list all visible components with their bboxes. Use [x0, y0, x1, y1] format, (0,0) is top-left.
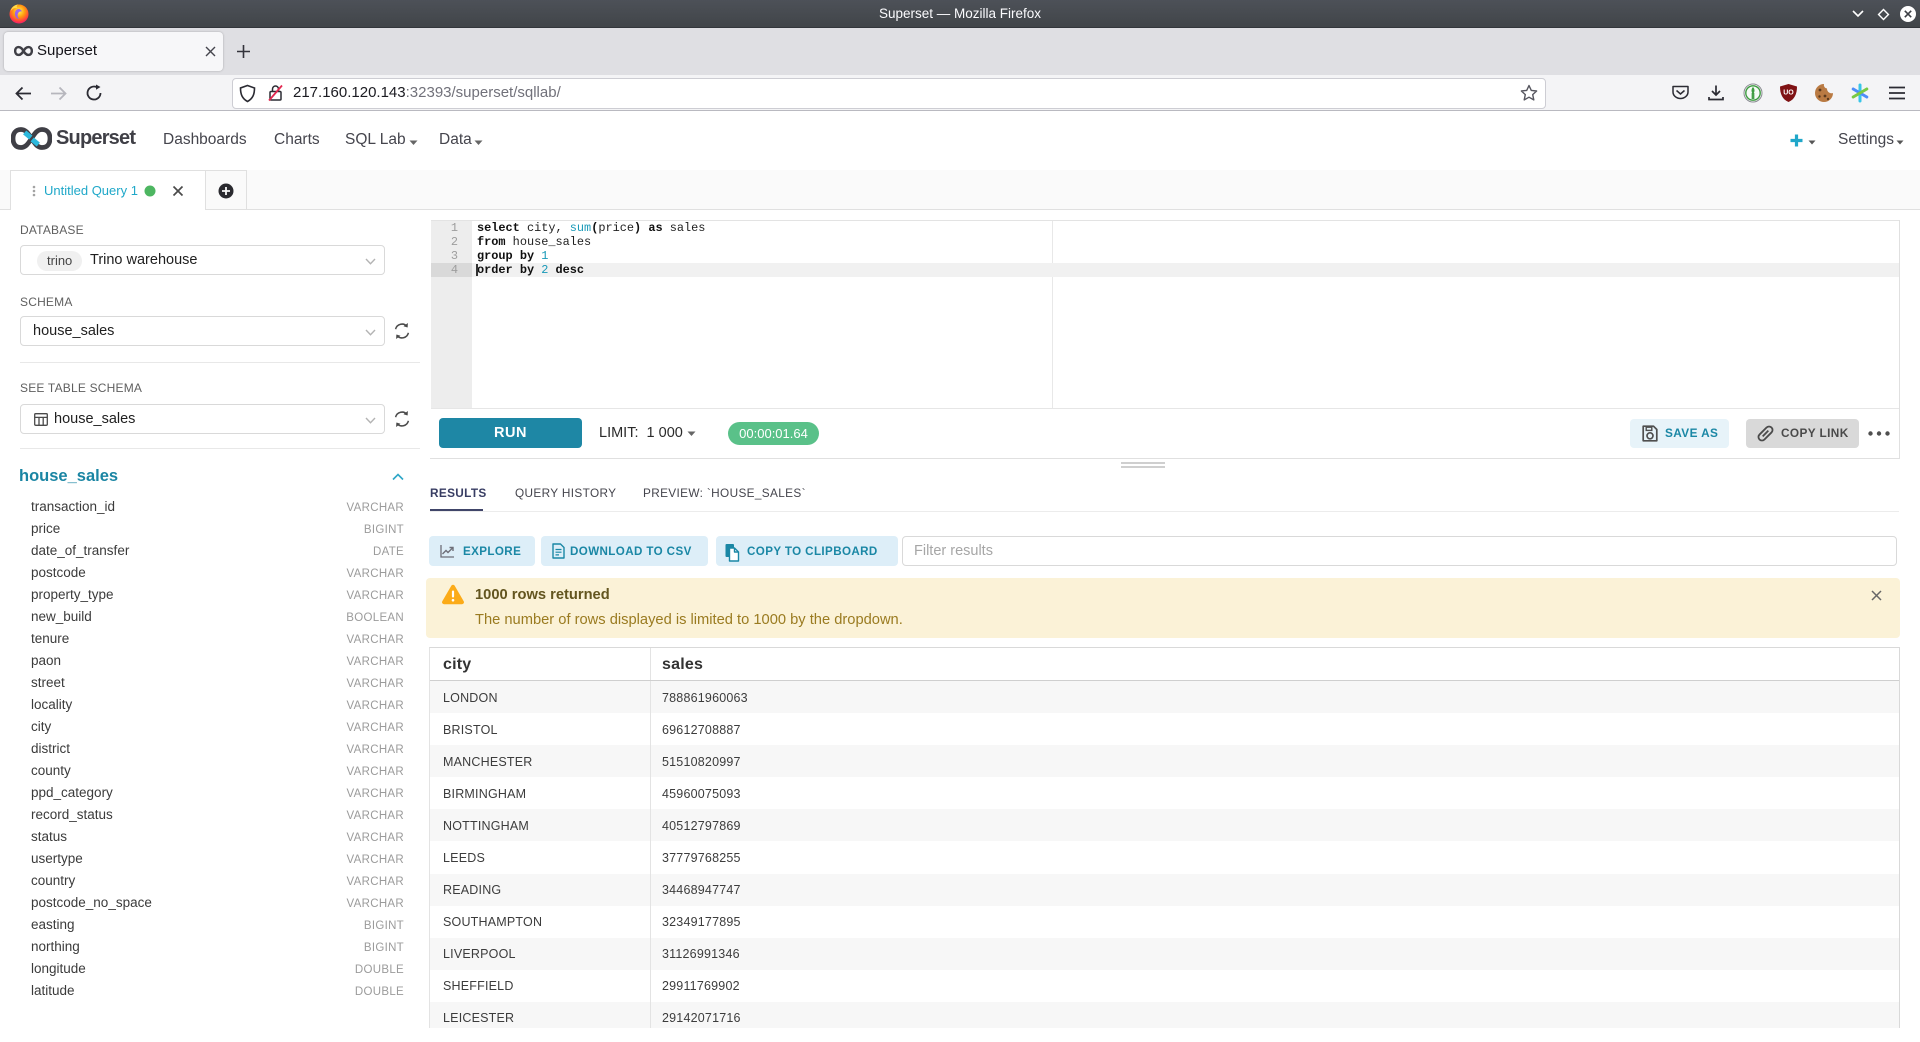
svg-text:UO: UO	[1783, 90, 1794, 97]
